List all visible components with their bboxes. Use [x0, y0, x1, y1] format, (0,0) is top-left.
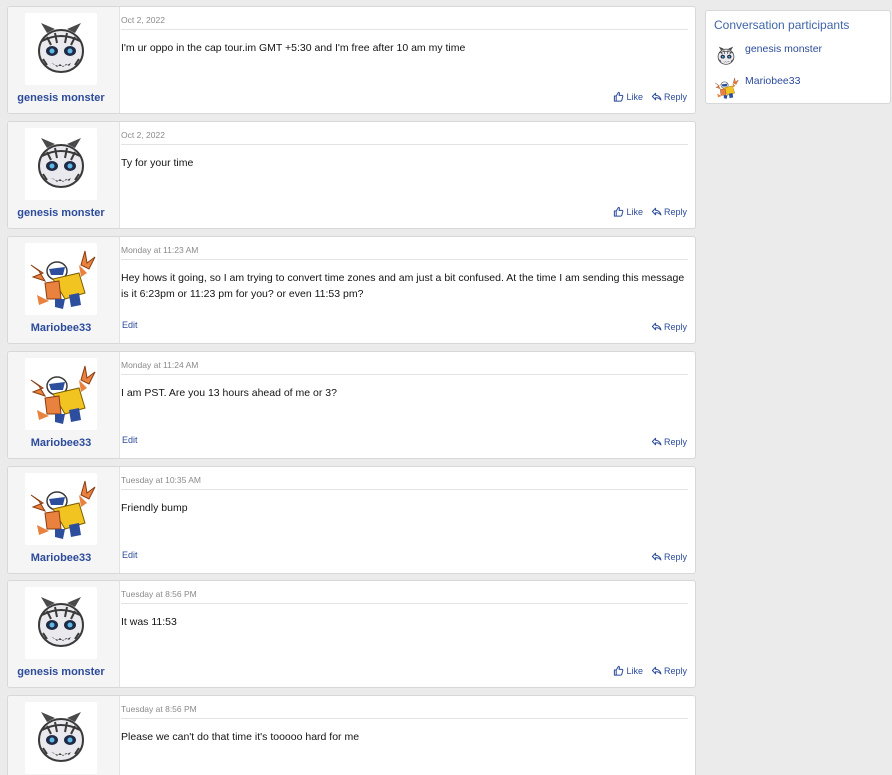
message-user-pane: [8, 696, 120, 775]
reply-button[interactable]: Reply: [651, 551, 687, 562]
message: Tuesday at 8:56 PM Please we can't do th…: [7, 695, 696, 775]
divider: [121, 259, 688, 260]
hawlucha-avatar-icon[interactable]: [25, 243, 97, 315]
message-date[interactable]: Tuesday at 8:56 PM: [121, 704, 197, 714]
message: Mariobee33 Tuesday at 10:35 AM Friendly …: [7, 466, 696, 574]
reply-icon: [651, 665, 662, 676]
message-body: It was 11:53: [121, 616, 177, 628]
reply-button[interactable]: Reply: [651, 665, 687, 676]
participant-name[interactable]: genesis monster: [745, 43, 822, 55]
glalie-avatar-icon[interactable]: [25, 13, 97, 85]
like-icon: [613, 665, 624, 676]
message-date[interactable]: Monday at 11:24 AM: [121, 360, 198, 370]
message-body: Friendly bump: [121, 502, 188, 514]
message-actions: Like Reply: [613, 91, 687, 102]
message-username[interactable]: Mariobee33: [8, 322, 114, 334]
reply-label: Reply: [663, 321, 687, 332]
reply-button[interactable]: Reply: [651, 321, 687, 332]
message-body: I'm ur oppo in the cap tour.im GMT +5:30…: [121, 42, 466, 54]
message-user-pane: Mariobee33: [8, 467, 120, 573]
message-date[interactable]: Tuesday at 10:35 AM: [121, 475, 201, 485]
message-body: Please we can't do that time it's tooooo…: [121, 731, 360, 743]
glalie-avatar-icon[interactable]: [713, 43, 739, 69]
divider: [121, 144, 688, 145]
glalie-avatar-icon[interactable]: [25, 587, 97, 659]
message-actions: Reply: [651, 551, 687, 562]
reply-icon: [651, 206, 662, 217]
message-content: Oct 2, 2022 Ty for your time Like Reply: [121, 122, 695, 228]
message-content: Tuesday at 10:35 AM Friendly bump Edit R…: [121, 467, 695, 573]
message: genesis monster Oct 2, 2022 Ty for your …: [7, 121, 696, 229]
message-user-pane: Mariobee33: [8, 352, 120, 458]
like-icon: [613, 91, 624, 102]
message: Mariobee33 Monday at 11:23 AM Hey hows i…: [7, 236, 696, 344]
participant-mariobee33[interactable]: Mariobee33: [713, 75, 883, 101]
message-username[interactable]: genesis monster: [8, 207, 114, 219]
reply-icon: [651, 321, 662, 332]
message: Mariobee33 Monday at 11:24 AM I am PST. …: [7, 351, 696, 459]
reply-label: Reply: [663, 665, 687, 676]
reply-icon: [651, 436, 662, 447]
reply-label: Reply: [663, 436, 687, 447]
message-actions: Reply: [651, 321, 687, 332]
reply-label: Reply: [663, 206, 687, 217]
message-content: Tuesday at 8:56 PM It was 11:53 Like Rep…: [121, 581, 695, 687]
like-button[interactable]: Like: [613, 91, 643, 102]
message-body: Hey hows it going, so I am trying to con…: [121, 272, 685, 300]
message: genesis monster Tuesday at 8:56 PM It wa…: [7, 580, 696, 688]
reply-button[interactable]: Reply: [651, 436, 687, 447]
edit-link[interactable]: Edit: [122, 550, 138, 560]
reply-button[interactable]: Reply: [651, 91, 687, 102]
like-label: Like: [626, 91, 643, 102]
message-user-pane: genesis monster: [8, 122, 120, 228]
divider: [121, 489, 688, 490]
message-content: Monday at 11:24 AM I am PST. Are you 13 …: [121, 352, 695, 458]
message-user-pane: genesis monster: [8, 581, 120, 687]
edit-link[interactable]: Edit: [122, 320, 138, 330]
message-date[interactable]: Monday at 11:23 AM: [121, 245, 198, 255]
message-actions: Like Reply: [613, 665, 687, 676]
like-button[interactable]: Like: [613, 206, 643, 217]
hawlucha-avatar-icon[interactable]: [25, 473, 97, 545]
glalie-avatar-icon[interactable]: [25, 702, 97, 774]
message-username[interactable]: Mariobee33: [8, 552, 114, 564]
like-icon: [613, 206, 624, 217]
participant-genesis-monster[interactable]: genesis monster: [713, 43, 883, 69]
participants-title: Conversation participants: [714, 18, 850, 32]
divider: [121, 718, 688, 719]
divider: [121, 603, 688, 604]
message-actions: Reply: [651, 436, 687, 447]
hawlucha-avatar-icon[interactable]: [713, 75, 739, 101]
message-date[interactable]: Tuesday at 8:56 PM: [121, 589, 197, 599]
message: genesis monster Oct 2, 2022 I'm ur oppo …: [7, 6, 696, 114]
glalie-avatar-icon[interactable]: [25, 128, 97, 200]
message-username[interactable]: genesis monster: [8, 92, 114, 104]
reply-label: Reply: [663, 91, 687, 102]
message-username[interactable]: Mariobee33: [8, 437, 114, 449]
conversation-participants-panel: Conversation participants genesis monste…: [705, 10, 891, 104]
hawlucha-avatar-icon[interactable]: [25, 358, 97, 430]
message-content: Tuesday at 8:56 PM Please we can't do th…: [121, 696, 695, 775]
edit-link[interactable]: Edit: [122, 435, 138, 445]
divider: [121, 29, 688, 30]
message-username[interactable]: genesis monster: [8, 666, 114, 678]
participant-name[interactable]: Mariobee33: [745, 75, 800, 87]
divider: [121, 374, 688, 375]
reply-icon: [651, 91, 662, 102]
message-actions: Like Reply: [613, 206, 687, 217]
message-user-pane: genesis monster: [8, 7, 120, 113]
message-body: I am PST. Are you 13 hours ahead of me o…: [121, 387, 337, 399]
reply-button[interactable]: Reply: [651, 206, 687, 217]
reply-icon: [651, 551, 662, 562]
message-date[interactable]: Oct 2, 2022: [121, 15, 165, 25]
message-user-pane: Mariobee33: [8, 237, 120, 343]
like-label: Like: [626, 665, 643, 676]
reply-label: Reply: [663, 551, 687, 562]
message-content: Oct 2, 2022 I'm ur oppo in the cap tour.…: [121, 7, 695, 113]
message-content: Monday at 11:23 AM Hey hows it going, so…: [121, 237, 695, 343]
like-label: Like: [626, 206, 643, 217]
message-body: Ty for your time: [121, 157, 194, 169]
like-button[interactable]: Like: [613, 665, 643, 676]
message-date[interactable]: Oct 2, 2022: [121, 130, 165, 140]
